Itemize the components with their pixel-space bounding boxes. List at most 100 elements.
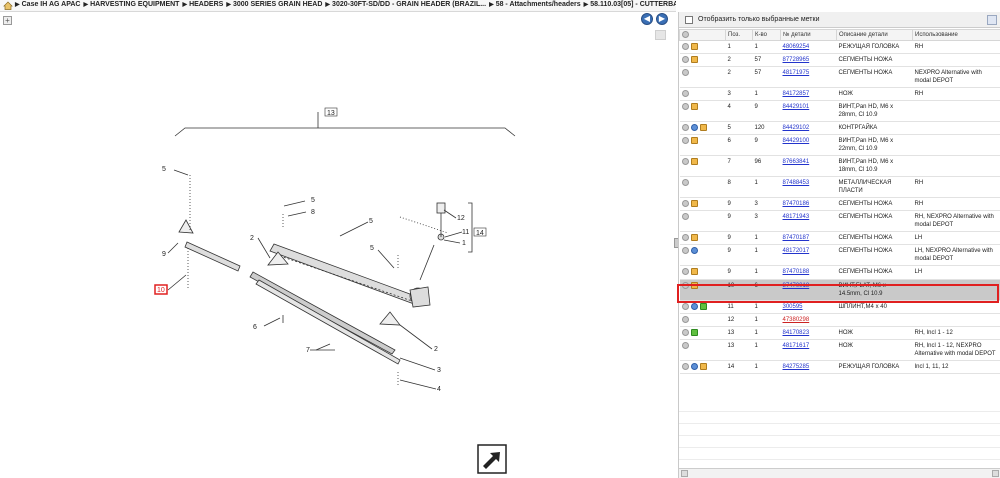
column-header-actions[interactable]: [679, 29, 726, 41]
breadcrumb-item[interactable]: 3000 SERIES GRAIN HEAD: [233, 1, 322, 8]
part-number-link[interactable]: 87470018: [783, 283, 810, 289]
select-part-icon[interactable]: [681, 200, 689, 208]
info-icon[interactable]: [690, 362, 698, 370]
part-number-link[interactable]: 87488453: [783, 180, 810, 186]
part-number-link[interactable]: 84172857: [783, 91, 810, 97]
breadcrumb-item[interactable]: HEADERS: [189, 1, 223, 8]
diagram-label[interactable]: 3: [437, 367, 441, 374]
select-part-icon[interactable]: [681, 268, 689, 276]
diagram-label[interactable]: 5: [370, 245, 374, 252]
breadcrumb-item[interactable]: 58.110.03[05] - CUTTERBAR - DD - RH; (Pr…: [590, 1, 676, 8]
table-row[interactable]: 9 3 87470186 СЕГМЕНТЫ НОЖА RH: [679, 197, 1000, 212]
table-row[interactable]: 14 1 84275285 РЕЖУЩАЯ ГОЛОВКА Incl 1, 11, 12: [679, 360, 1000, 374]
diagram-label[interactable]: 2: [250, 235, 254, 242]
select-part-icon[interactable]: [681, 158, 689, 166]
table-row[interactable]: 3 1 84172857 НОЖ RH: [679, 87, 1000, 102]
scroll-left-icon[interactable]: [681, 470, 688, 477]
settings-icon[interactable]: [682, 31, 689, 39]
part-number-link[interactable]: 48171617: [783, 343, 810, 349]
back-button[interactable]: ◀: [641, 13, 653, 25]
column-header-pos[interactable]: Поз.: [725, 29, 753, 41]
select-part-icon[interactable]: [681, 124, 689, 132]
diagram-label[interactable]: 14: [476, 230, 484, 237]
part-number-link[interactable]: 87728965: [783, 57, 810, 63]
diagram-label[interactable]: 5: [369, 218, 373, 225]
part-number-link[interactable]: 48069254: [783, 44, 810, 50]
table-row[interactable]: 9 1 48172017 СЕГМЕНТЫ НОЖА LH, NEXPRO Altern…: [679, 244, 1000, 267]
info-icon[interactable]: [690, 247, 698, 255]
select-part-icon[interactable]: [681, 328, 689, 336]
filter-checkbox[interactable]: [685, 16, 693, 24]
table-row[interactable]: 2 57 48171975 СЕГМЕНТЫ НОЖА NEXPRO Alternati…: [679, 66, 1000, 89]
diagram-label[interactable]: 11: [462, 229, 469, 236]
part-number-link[interactable]: 48172017: [783, 248, 810, 254]
select-part-icon[interactable]: [681, 234, 689, 242]
diagram-label[interactable]: 7: [306, 347, 310, 354]
part-number-link[interactable]: 87470186: [783, 201, 810, 207]
part-number-link[interactable]: 300595: [783, 304, 803, 310]
part-number-link[interactable]: 87470188: [783, 269, 810, 275]
table-row[interactable]: 13 1 48171617 НОЖ RH, Incl 1 - 12, NEXPRO Al…: [679, 339, 1000, 361]
part-number-link[interactable]: 48171943: [783, 214, 810, 220]
select-part-icon[interactable]: [681, 43, 689, 50]
table-row[interactable]: 2 57 87728965 СЕГМЕНТЫ НОЖА: [679, 53, 1000, 68]
select-part-icon[interactable]: [681, 341, 689, 349]
select-part-icon[interactable]: [681, 56, 689, 64]
select-part-icon[interactable]: [681, 90, 689, 98]
diagram-label[interactable]: 8: [311, 209, 315, 216]
replacement-arrow-icon[interactable]: [690, 328, 698, 336]
select-part-icon[interactable]: [681, 315, 689, 323]
cart-box-icon[interactable]: [690, 56, 698, 64]
table-row[interactable]: 13 1 84170823 НОЖ RH, Incl 1 - 12: [679, 326, 1000, 340]
part-number-link[interactable]: 87663841: [783, 159, 810, 165]
column-header-qty[interactable]: К-во: [752, 29, 781, 41]
table-row[interactable]: 12 1 47380298: [679, 313, 1000, 327]
table-row[interactable]: 9 3 48171943 СЕГМЕНТЫ НОЖА RH, NEXPRO Altern…: [679, 210, 1000, 233]
cart-box-icon[interactable]: [690, 268, 698, 276]
cart-box-icon[interactable]: [699, 362, 707, 370]
cart-box-icon[interactable]: [690, 200, 698, 208]
diagram-label[interactable]: 1: [462, 240, 466, 247]
column-header-part-number[interactable]: № детали: [780, 29, 837, 41]
select-part-icon[interactable]: [681, 179, 689, 187]
diagram-label[interactable]: 9: [162, 251, 166, 258]
part-number-link[interactable]: 84429102: [783, 125, 810, 131]
diagram-label[interactable]: 13: [327, 110, 335, 117]
table-row[interactable]: 1 1 48069254 РЕЖУЩАЯ ГОЛОВКА RH: [679, 40, 1000, 55]
select-part-icon[interactable]: [681, 213, 689, 221]
cart-box-icon[interactable]: [699, 124, 707, 132]
table-row[interactable]: 7 96 87663841 ВИНТ,Pan HD, M6 x 18mm, Cl 10…: [679, 155, 1000, 178]
table-row[interactable]: 4 9 84429101 ВИНТ,Pan HD, M6 x 28mm, Cl 10.…: [679, 100, 1000, 123]
breadcrumb-item[interactable]: HARVESTING EQUIPMENT: [90, 1, 179, 8]
select-part-icon[interactable]: [681, 69, 689, 77]
part-number-link[interactable]: 84170823: [783, 330, 810, 336]
diagram-label[interactable]: 4: [437, 386, 441, 393]
zoom-in-button[interactable]: +: [3, 16, 12, 25]
home-icon[interactable]: [3, 1, 13, 10]
horizontal-scrollbar[interactable]: [679, 468, 1000, 478]
part-number-link[interactable]: 87470187: [783, 235, 810, 241]
filter-options-button[interactable]: [987, 15, 997, 25]
cart-box-icon[interactable]: [690, 137, 698, 145]
cart-box-icon[interactable]: [690, 234, 698, 242]
part-number-link[interactable]: 48171975: [783, 70, 810, 76]
info-icon[interactable]: [690, 124, 698, 132]
column-header-description[interactable]: Описание детали: [836, 29, 913, 41]
cart-box-icon[interactable]: [690, 43, 698, 50]
diagram-label[interactable]: 2: [434, 346, 438, 353]
part-number-link[interactable]: 84429101: [783, 104, 810, 110]
select-part-icon[interactable]: [681, 247, 689, 255]
part-number-link[interactable]: 84429100: [783, 138, 810, 144]
breadcrumb-item[interactable]: Case IH AG APAC: [22, 1, 81, 8]
breadcrumb-item[interactable]: 58 - Attachments/headers: [496, 1, 581, 8]
select-part-icon[interactable]: [681, 281, 689, 289]
cart-box-icon[interactable]: [690, 103, 698, 111]
select-part-icon[interactable]: [681, 302, 689, 310]
select-part-icon[interactable]: [681, 137, 689, 145]
table-row[interactable]: 10 6 87470018 ВИНТ,FLAT, M6 x 14.5mm, Cl 10…: [679, 279, 1000, 301]
breadcrumb-item[interactable]: 3020-30FT-SD/DD - GRAIN HEADER (BRAZIL..…: [332, 1, 486, 8]
diagram-label-highlighted[interactable]: 10: [157, 287, 165, 294]
part-number-link[interactable]: 84275285: [783, 364, 810, 370]
info-icon[interactable]: [690, 302, 698, 310]
select-part-icon[interactable]: [681, 362, 689, 370]
